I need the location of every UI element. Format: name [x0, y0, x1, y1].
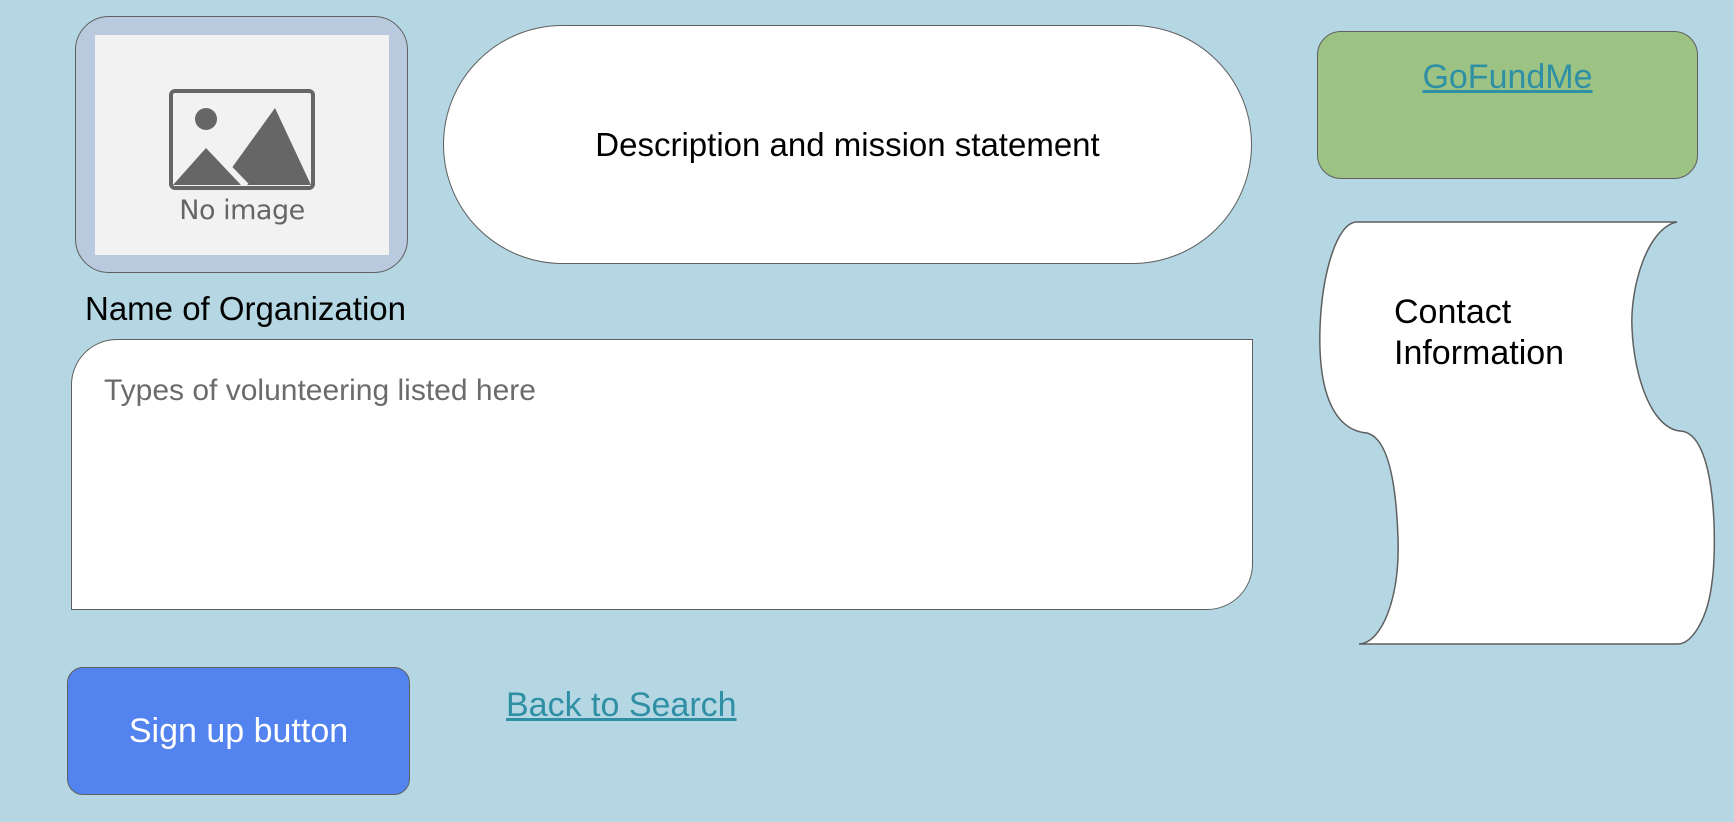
contact-information-line-1: Contact: [1394, 293, 1512, 331]
contact-information-line-2: Information: [1394, 334, 1565, 372]
contact-information-panel: [1319, 221, 1716, 645]
donate-box: GoFundMe: [1317, 31, 1698, 179]
mission-statement-text: Description and mission statement: [595, 125, 1100, 163]
no-image-label: No image: [179, 195, 305, 226]
contact-information-text: Contact Information: [1394, 292, 1564, 374]
gofundme-link[interactable]: GoFundMe: [1422, 58, 1592, 96]
mission-statement: Description and mission statement: [443, 25, 1252, 264]
back-to-search-link[interactable]: Back to Search: [506, 686, 737, 724]
organization-name: Name of Organization: [85, 290, 406, 327]
volunteering-types-box: Types of volunteering listed here: [71, 339, 1253, 610]
volunteering-types-placeholder: Types of volunteering listed here: [104, 374, 536, 407]
organization-logo-placeholder: No image: [95, 35, 389, 255]
sign-up-button[interactable]: Sign up button: [67, 667, 410, 795]
organization-logo-frame: No image: [75, 16, 408, 273]
back-to-search-link-wrapper: Back to Search: [506, 686, 737, 725]
